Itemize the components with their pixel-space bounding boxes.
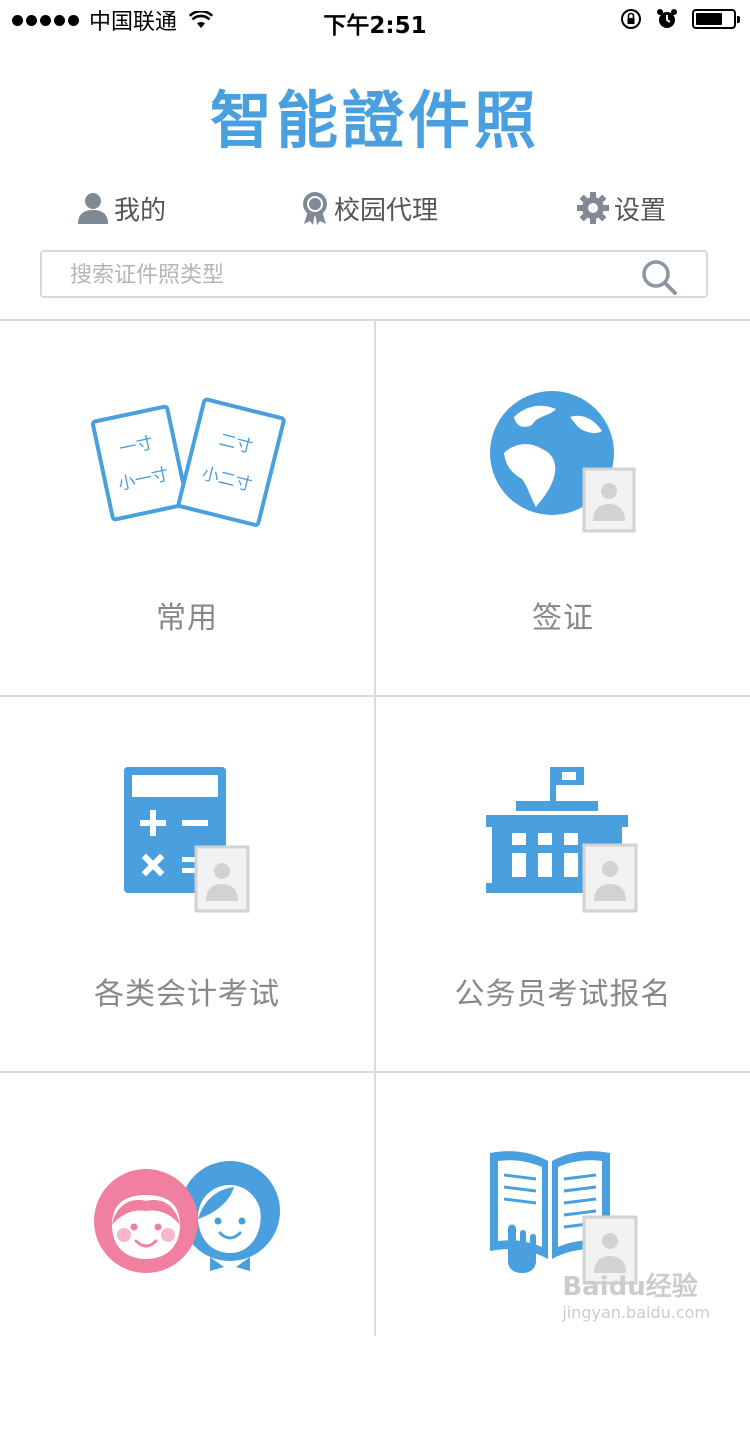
globe-photo-icon xyxy=(490,391,636,533)
nav-settings[interactable]: 设置 xyxy=(576,186,666,230)
alarm-icon xyxy=(657,9,677,28)
search-bar xyxy=(40,250,708,298)
nav-campus-agent[interactable]: 校园代理 xyxy=(300,186,438,230)
watermark-url: jingyan.baidu.com xyxy=(562,1303,710,1322)
gear-icon xyxy=(577,192,609,224)
nav-mine[interactable]: 我的 xyxy=(76,186,166,230)
government-building-icon xyxy=(486,767,638,913)
category-common[interactable]: 一寸 小一寸 二寸 小二寸 常用 xyxy=(0,321,374,696)
nav-mine-label: 我的 xyxy=(114,195,167,226)
category-label: 各类会计考试 xyxy=(94,977,280,1012)
rotation-lock-icon xyxy=(621,9,641,29)
nav-campus-agent-label: 校园代理 xyxy=(334,195,439,226)
category-visa[interactable]: 签证 xyxy=(376,321,750,696)
status-bar: 中国联通 下午2:51 xyxy=(0,0,750,40)
award-ribbon-icon xyxy=(303,192,327,225)
status-icons xyxy=(620,8,740,30)
category-label: 公务员考试报名 xyxy=(454,977,672,1012)
app-title: 智能證件照 xyxy=(209,84,540,157)
category-label: 签证 xyxy=(532,601,594,636)
battery-icon xyxy=(692,9,740,29)
calculator-photo-icon xyxy=(124,767,250,913)
category-civil-service-exam[interactable]: 公务员考试报名 xyxy=(376,697,750,1072)
nav-settings-label: 设置 xyxy=(614,195,667,226)
watermark: Baidu经验 jingyan.baidu.com xyxy=(562,1266,710,1322)
watermark-brand: Baidu经验 xyxy=(562,1272,698,1302)
search-icon[interactable] xyxy=(640,258,678,296)
top-nav: 我的 校园代理 设置 xyxy=(0,186,750,230)
search-input[interactable] xyxy=(42,252,652,298)
category-children[interactable] xyxy=(0,1073,374,1448)
category-study[interactable] xyxy=(376,1073,750,1448)
category-grid: 一寸 小一寸 二寸 小二寸 常用 签证 各类会计考试 公务员考试报名 xyxy=(0,319,750,1336)
category-label: 常用 xyxy=(156,601,218,636)
category-accounting-exam[interactable]: 各类会计考试 xyxy=(0,697,374,1072)
photo-cards-icon: 一寸 小一寸 二寸 小二寸 xyxy=(90,397,286,527)
user-icon xyxy=(78,193,108,224)
children-faces-icon xyxy=(94,1161,280,1273)
